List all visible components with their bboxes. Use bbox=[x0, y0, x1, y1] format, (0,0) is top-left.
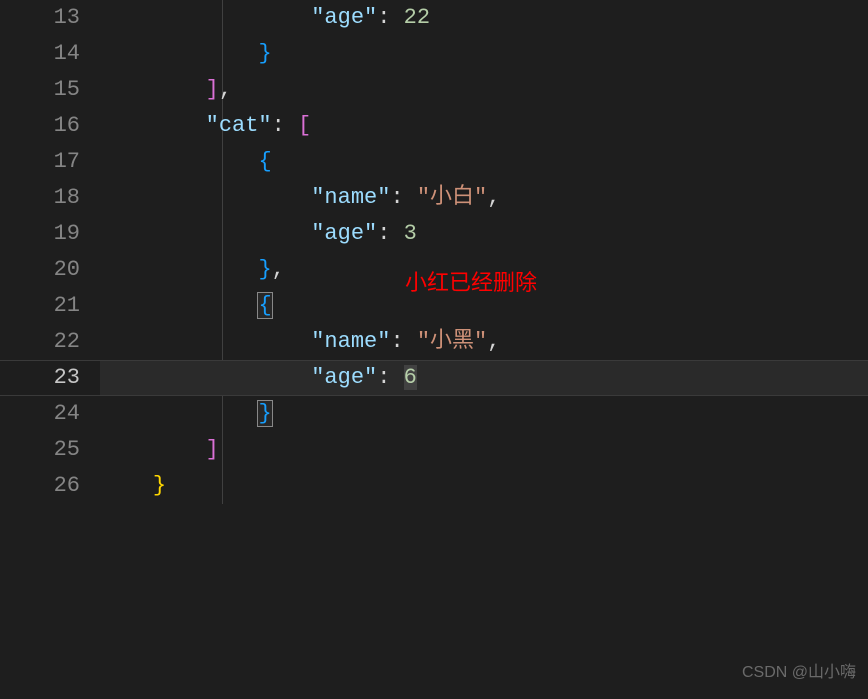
token: ] bbox=[206, 437, 219, 462]
line-number-gutter: 1314151617181920212223242526 bbox=[0, 0, 100, 699]
line-number: 25 bbox=[0, 432, 80, 468]
line-number: 24 bbox=[0, 396, 80, 432]
line-number: 26 bbox=[0, 468, 80, 504]
line-number: 21 bbox=[0, 288, 80, 324]
line-number: 22 bbox=[0, 324, 80, 360]
line-number: 18 bbox=[0, 180, 80, 216]
token: [ bbox=[298, 113, 311, 138]
deletion-annotation: 小红已经删除 bbox=[405, 265, 537, 301]
token: , bbox=[219, 77, 232, 102]
token: , bbox=[272, 257, 285, 282]
line-number: 16 bbox=[0, 108, 80, 144]
token: "age" bbox=[311, 5, 377, 30]
code-editor[interactable]: 1314151617181920212223242526 "age": 22 }… bbox=[0, 0, 868, 699]
token: ] bbox=[206, 77, 219, 102]
token: 3 bbox=[404, 221, 417, 246]
token: } bbox=[258, 257, 271, 282]
code-content[interactable]: "age": 22 } ], "cat": [ { "name": "小白", … bbox=[100, 0, 868, 699]
token: "name" bbox=[311, 329, 390, 354]
line-number: 23 bbox=[0, 360, 80, 396]
token: , bbox=[487, 185, 500, 210]
token: "cat" bbox=[206, 113, 272, 138]
token: 22 bbox=[404, 5, 430, 30]
token: : bbox=[390, 329, 416, 354]
token: "age" bbox=[311, 221, 377, 246]
code-line[interactable]: "age": 22 bbox=[100, 0, 868, 36]
token: : bbox=[272, 113, 298, 138]
token: : bbox=[377, 221, 403, 246]
line-number: 15 bbox=[0, 72, 80, 108]
token: : bbox=[377, 365, 403, 390]
code-line[interactable]: "name": "小黑", bbox=[100, 324, 868, 360]
token: , bbox=[487, 329, 500, 354]
code-line[interactable]: "cat": [ bbox=[100, 108, 868, 144]
token: } bbox=[153, 473, 166, 498]
code-line[interactable]: "age": 6 bbox=[100, 360, 868, 396]
token: : bbox=[377, 5, 403, 30]
code-line[interactable]: } bbox=[100, 396, 868, 432]
code-line[interactable]: "name": "小白", bbox=[100, 180, 868, 216]
code-line[interactable]: } bbox=[100, 468, 868, 504]
code-line[interactable]: "age": 3 bbox=[100, 216, 868, 252]
line-number: 20 bbox=[0, 252, 80, 288]
code-line[interactable]: ], bbox=[100, 72, 868, 108]
code-line[interactable]: ] bbox=[100, 432, 868, 468]
line-number: 17 bbox=[0, 144, 80, 180]
watermark: CSDN @山小嗨 bbox=[742, 655, 856, 691]
token: { bbox=[258, 149, 271, 174]
token: : bbox=[390, 185, 416, 210]
token: "name" bbox=[311, 185, 390, 210]
code-line[interactable]: } bbox=[100, 36, 868, 72]
line-number: 14 bbox=[0, 36, 80, 72]
line-number: 19 bbox=[0, 216, 80, 252]
token: { bbox=[257, 292, 272, 319]
token: "小黑" bbox=[417, 329, 487, 354]
code-line[interactable]: { bbox=[100, 144, 868, 180]
token: "小白" bbox=[417, 185, 487, 210]
token: "age" bbox=[311, 365, 377, 390]
line-number: 13 bbox=[0, 0, 80, 36]
token: } bbox=[257, 400, 272, 427]
token: 6 bbox=[404, 365, 417, 390]
token: } bbox=[258, 41, 271, 66]
